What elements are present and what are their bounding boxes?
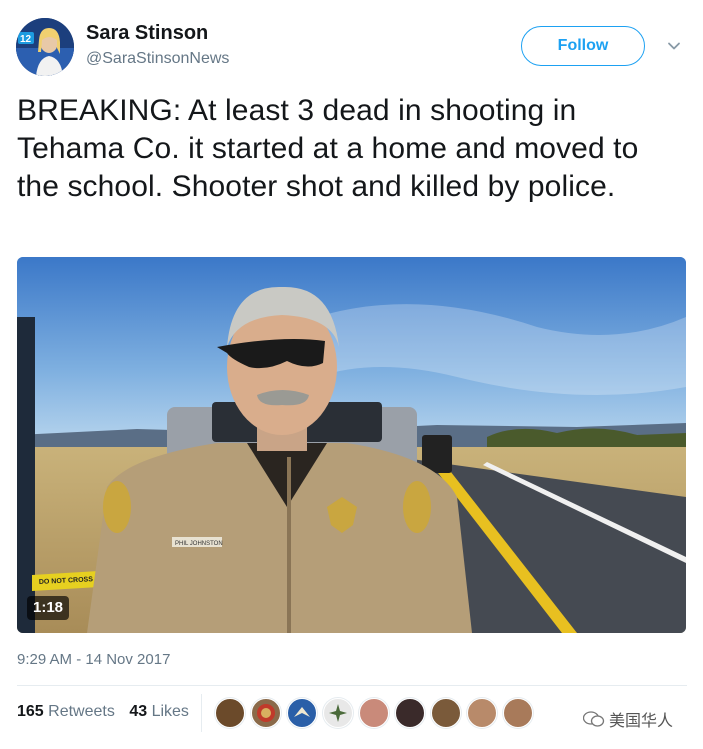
tweet-header: 12 Sara Stinson @SaraStinsonNews Follow bbox=[16, 16, 687, 78]
follow-button[interactable]: Follow bbox=[521, 26, 645, 66]
video-thumbnail: DO NOT CROSS PHIL JOHNSTON bbox=[17, 257, 686, 633]
likes-count: 43 bbox=[129, 703, 148, 720]
divider-top bbox=[17, 685, 687, 686]
liker-avatar[interactable] bbox=[467, 698, 497, 728]
retweets-label: Retweets bbox=[48, 703, 115, 720]
liker-avatar[interactable] bbox=[287, 698, 317, 728]
liker-avatar[interactable] bbox=[395, 698, 425, 728]
liker-avatar[interactable] bbox=[215, 698, 245, 728]
chevron-down-icon[interactable] bbox=[666, 38, 682, 54]
watermark: 美国华人 bbox=[582, 707, 674, 733]
retweets-stat[interactable]: 165 Retweets bbox=[17, 703, 115, 720]
tweet-stats: 165 Retweets 43 Likes bbox=[17, 703, 199, 721]
liker-avatar[interactable] bbox=[251, 698, 281, 728]
name-tag-text: PHIL JOHNSTON bbox=[175, 541, 223, 547]
watermark-text: 美国华人 bbox=[609, 713, 674, 730]
likes-stat[interactable]: 43 Likes bbox=[129, 703, 189, 720]
likes-label: Likes bbox=[151, 703, 189, 720]
video-player[interactable]: DO NOT CROSS PHIL JOHNSTON bbox=[17, 257, 686, 633]
author-name[interactable]: Sara Stinson bbox=[86, 22, 208, 45]
wechat-icon bbox=[582, 710, 605, 733]
author-avatar[interactable]: 12 bbox=[16, 18, 74, 76]
avatar-badge: 12 bbox=[20, 34, 32, 45]
liker-avatar[interactable] bbox=[431, 698, 461, 728]
tweet-timestamp[interactable]: 9:29 AM - 14 Nov 2017 bbox=[17, 651, 170, 668]
tweet-text: BREAKING: At least 3 dead in shooting in… bbox=[17, 94, 639, 203]
liker-avatar[interactable] bbox=[359, 698, 389, 728]
author-handle[interactable]: @SaraStinsonNews bbox=[86, 50, 229, 68]
liker-avatar[interactable] bbox=[503, 698, 533, 728]
video-duration-badge: 1:18 bbox=[27, 596, 70, 620]
stats-separator bbox=[201, 694, 202, 732]
liker-avatar[interactable] bbox=[323, 698, 353, 728]
retweets-count: 165 bbox=[17, 703, 44, 720]
